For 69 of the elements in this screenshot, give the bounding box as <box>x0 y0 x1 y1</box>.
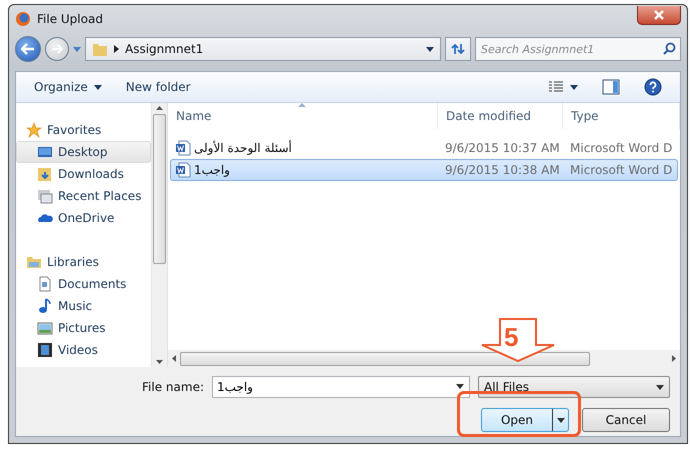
star-icon <box>26 122 42 138</box>
vertical-scrollbar[interactable] <box>151 103 167 367</box>
sidebar-item[interactable]: Downloads <box>16 163 151 185</box>
caret-icon <box>570 84 578 90</box>
sidebar-item[interactable]: Videos <box>16 339 151 361</box>
organize-menu[interactable]: Organize <box>26 76 110 98</box>
address-bar[interactable]: Assignmnet1 <box>85 37 441 61</box>
caret-icon <box>73 46 81 52</box>
caret-icon <box>456 384 464 389</box>
column-header[interactable]: Type <box>563 103 680 129</box>
sidebar-item[interactable]: Recent Places <box>16 185 151 207</box>
scroll-left-icon <box>172 355 176 362</box>
refresh-button[interactable] <box>445 37 471 61</box>
close-icon <box>654 10 664 20</box>
open-button[interactable]: Open <box>481 408 569 432</box>
folder-path: Assignmnet1 <box>125 42 204 56</box>
caret-icon <box>94 84 102 90</box>
file-name-label: File name: <box>142 380 204 394</box>
document-icon <box>37 276 53 292</box>
folder-icon <box>26 254 42 270</box>
date-modified: 9/6/2015 10:38 AM <box>444 163 561 177</box>
browser-logo <box>15 11 31 27</box>
column-header[interactable]: Date modified <box>438 103 563 129</box>
left-arrow-icon <box>21 43 35 55</box>
horizontal-scrollbar[interactable] <box>168 350 680 367</box>
sidebar-item[interactable]: OneDrive <box>16 207 151 229</box>
forward-button[interactable] <box>45 37 69 61</box>
caret-icon <box>426 46 434 52</box>
sidebar-item[interactable]: Desktop <box>16 141 151 163</box>
window-title: File Upload <box>37 12 104 26</box>
picture-icon <box>37 320 53 336</box>
sidebar-group[interactable]: Favorites <box>16 119 151 141</box>
word-document-icon <box>175 162 191 178</box>
search-field[interactable]: Search Assignmnet1 <box>475 37 681 61</box>
folder-icon <box>37 166 53 182</box>
caret-icon <box>556 418 564 422</box>
file-type-dropdown[interactable]: All Files <box>478 376 670 398</box>
new-folder-button[interactable]: New folder <box>118 76 199 98</box>
file-name: واجب1 <box>194 163 230 177</box>
film-icon <box>37 342 53 358</box>
recent-places-icon <box>37 188 53 204</box>
scroll-up-icon <box>156 106 163 110</box>
file-name: أسئلة الوحدة الأولى <box>194 141 292 155</box>
step-number: 5 <box>504 322 518 352</box>
monitor-icon <box>37 144 53 160</box>
date-modified: 9/6/2015 10:37 AM <box>444 141 561 155</box>
help-icon <box>644 78 662 96</box>
right-arrow-icon <box>51 44 63 54</box>
file-name-field[interactable]: واجب1 <box>212 376 470 398</box>
close-button[interactable] <box>637 6 681 24</box>
sort-arrow-icon <box>298 103 306 107</box>
list-view-icon <box>548 81 564 93</box>
search-icon <box>663 42 676 55</box>
preview-pane-icon <box>602 79 620 95</box>
cancel-button[interactable]: Cancel <box>582 408 670 432</box>
back-button[interactable] <box>15 36 41 62</box>
caret-icon <box>656 384 664 390</box>
chevron-icon <box>114 45 119 53</box>
sidebar-item[interactable]: Music <box>16 295 151 317</box>
scroll-down-icon <box>156 360 163 364</box>
word-document-icon <box>175 140 191 156</box>
music-note-icon <box>37 298 53 314</box>
sidebar-item[interactable]: Pictures <box>16 317 151 339</box>
sidebar-item[interactable]: Documents <box>16 273 151 295</box>
file-type: Microsoft Word D <box>569 141 674 155</box>
file-type: Microsoft Word D <box>569 163 674 177</box>
scroll-right-icon <box>672 355 676 362</box>
folder-icon <box>92 41 108 57</box>
sidebar-group[interactable]: Libraries <box>16 251 151 273</box>
